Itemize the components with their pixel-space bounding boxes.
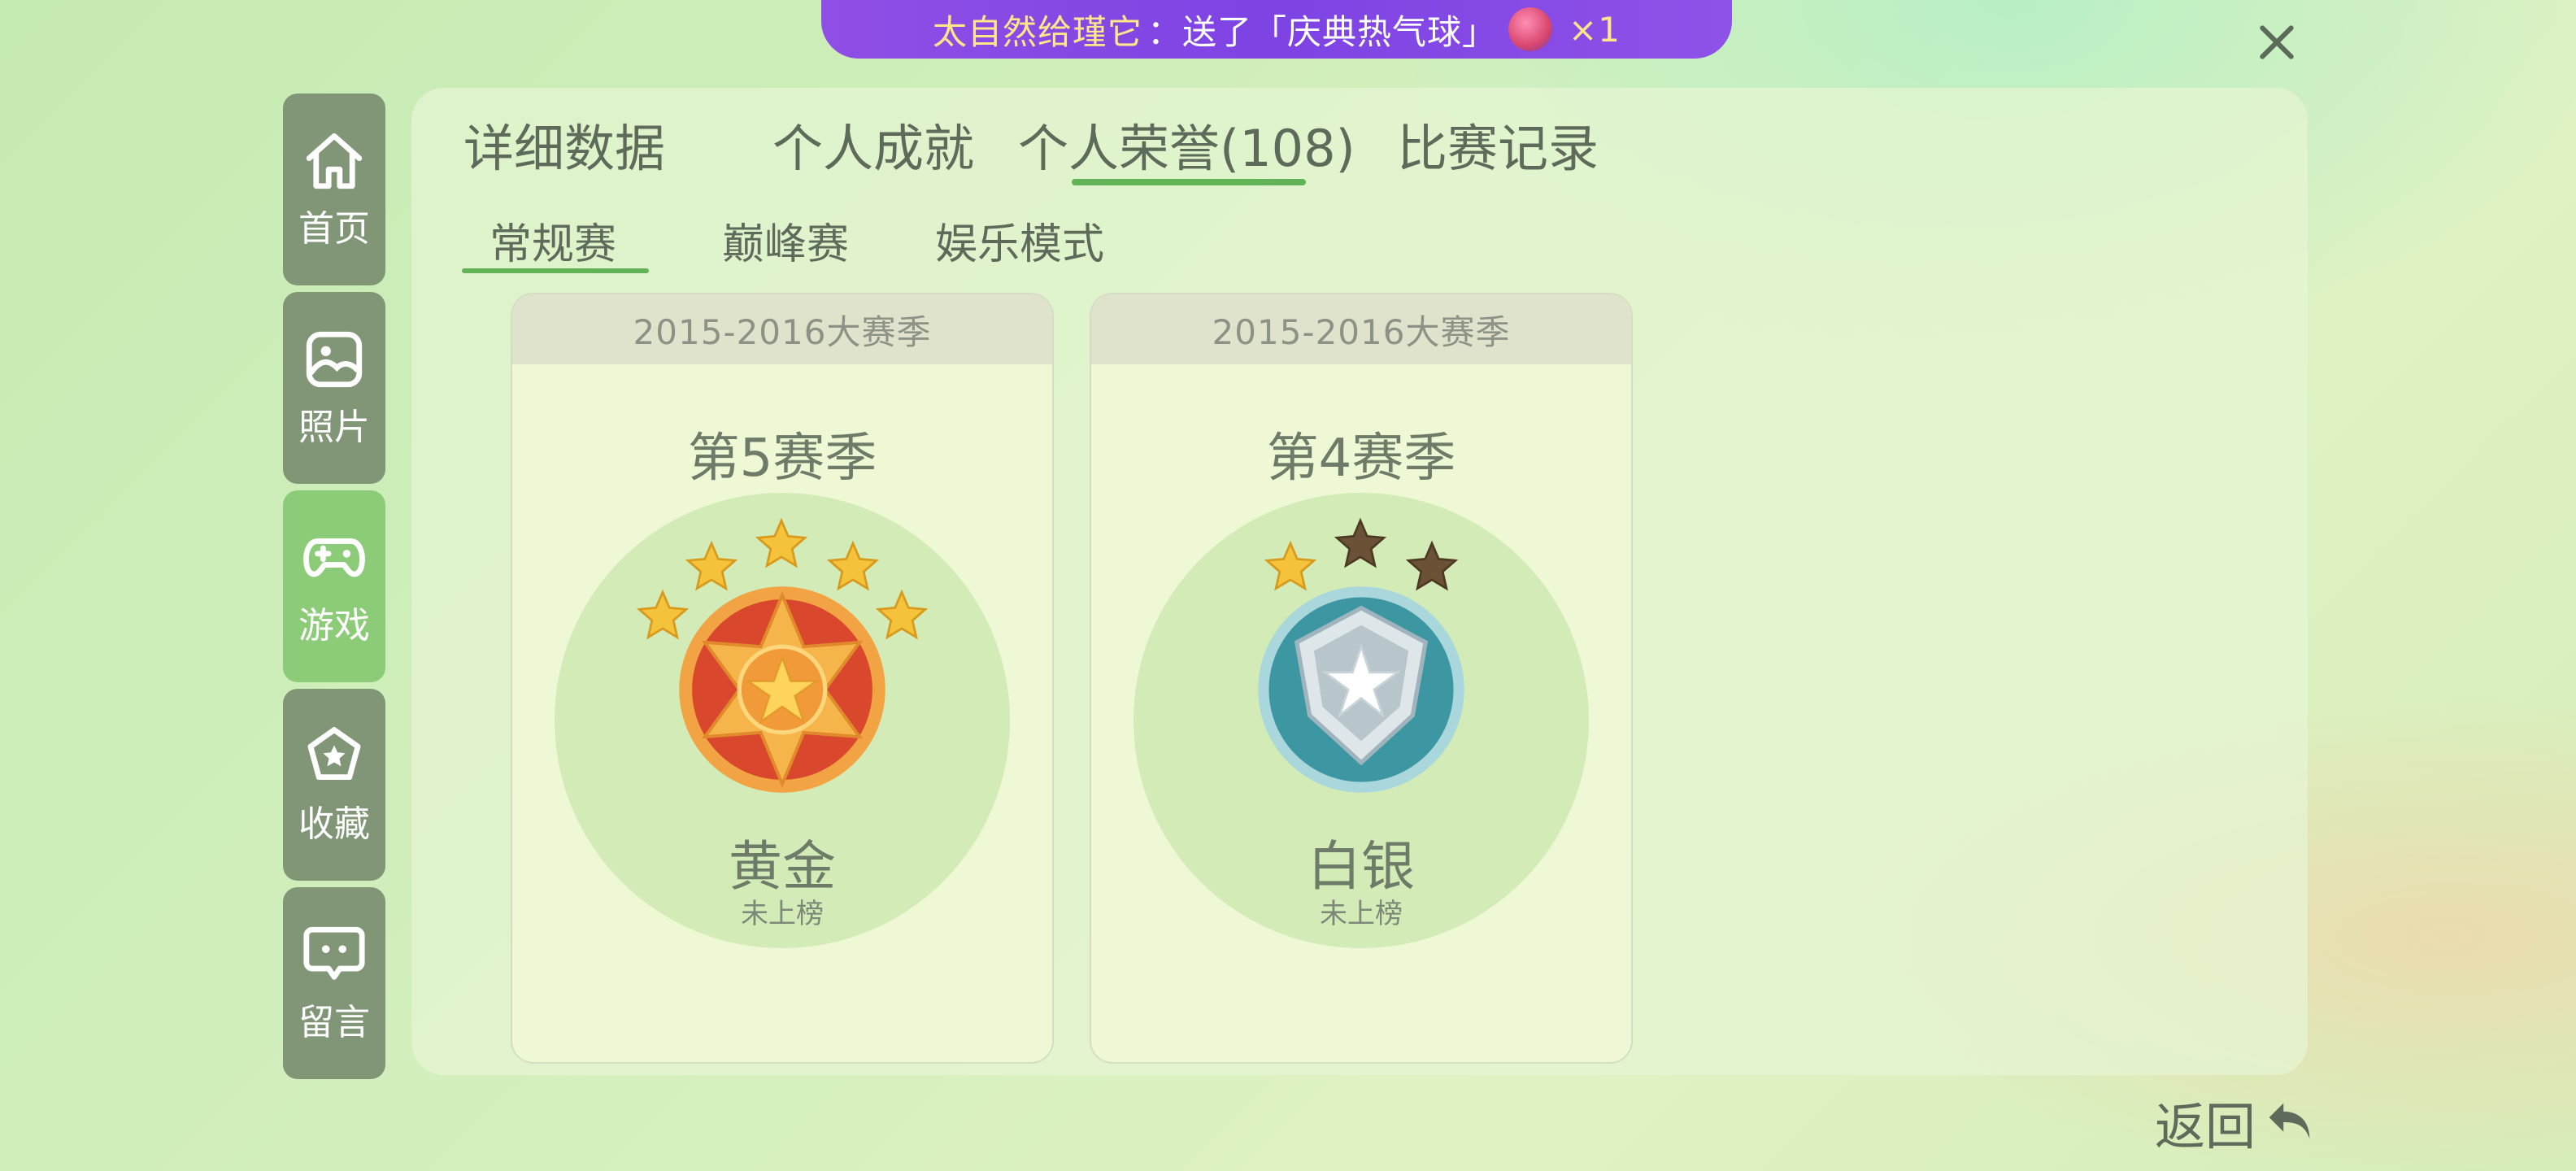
star-collection-icon: [307, 727, 361, 781]
tab-records[interactable]: 比赛记录: [1397, 107, 1599, 181]
empty-star-icon: [1334, 517, 1387, 571]
return-arrow-icon: [2269, 1103, 2310, 1139]
rank-status: 未上榜: [741, 898, 824, 930]
gift-count: ×1: [1569, 9, 1621, 50]
active-tab-indicator: [1072, 179, 1306, 185]
season-title: 第5赛季: [687, 429, 877, 489]
tab-detail[interactable]: 详细数据: [463, 107, 665, 181]
season-title: 第4赛季: [1266, 429, 1456, 489]
back-button[interactable]: 返回: [2155, 1090, 2319, 1156]
photo-icon: [306, 331, 363, 388]
gift-sender: 太自然给瑾它: [933, 11, 1143, 52]
sidebar-item-label: 首页: [298, 208, 370, 250]
tab-honors[interactable]: 个人荣誉(108): [1018, 107, 1355, 181]
sidebar-item-home[interactable]: 首页: [283, 94, 385, 285]
subtab-peak[interactable]: 巅峰赛: [722, 210, 849, 271]
active-subtab-indicator: [462, 268, 649, 273]
sidebar-item-label: 留言: [298, 1002, 370, 1043]
subtab-casual[interactable]: 娱乐模式: [935, 210, 1104, 271]
rank-name: 白银: [1308, 835, 1415, 898]
sidebar: 首页 照片 游戏 收藏 留言: [283, 94, 385, 1086]
subtab-regular[interactable]: 常规赛: [490, 210, 616, 271]
season-card[interactable]: 2015-2016大赛季 第5赛季 黄金 未上榜: [511, 293, 1054, 1064]
tab-achievements[interactable]: 个人成就: [772, 107, 974, 181]
silver-medal-icon: [1258, 586, 1464, 793]
home-icon: [306, 133, 363, 189]
back-label: 返回: [2155, 1097, 2256, 1156]
gift-text: ：送了「庆典热气球」: [1147, 11, 1498, 52]
season-range: 2015-2016大赛季: [1091, 294, 1631, 364]
sidebar-item-favorites[interactable]: 收藏: [283, 689, 385, 881]
sidebar-item-messages[interactable]: 留言: [283, 887, 385, 1079]
balloon-icon: [1508, 7, 1553, 51]
message-icon: [303, 926, 365, 980]
gamepad-icon: [303, 538, 365, 577]
sidebar-item-label: 游戏: [298, 605, 370, 646]
sidebar-item-photos[interactable]: 照片: [283, 292, 385, 484]
rank-status: 未上榜: [1320, 898, 1403, 930]
sidebar-item-games[interactable]: 游戏: [283, 490, 385, 682]
close-button[interactable]: [2251, 16, 2303, 68]
rank-star-icon: [755, 517, 808, 571]
season-card[interactable]: 2015-2016大赛季 第4赛季 白银 未上榜: [1090, 293, 1633, 1064]
rank-name: 黄金: [729, 835, 836, 898]
season-range: 2015-2016大赛季: [512, 294, 1052, 364]
sidebar-item-label: 收藏: [298, 803, 370, 845]
gold-medal-icon: [679, 586, 886, 793]
gift-banner: 太自然给瑾它 ：送了「庆典热气球」 ×1: [821, 0, 1732, 59]
sidebar-item-label: 照片: [298, 407, 370, 448]
